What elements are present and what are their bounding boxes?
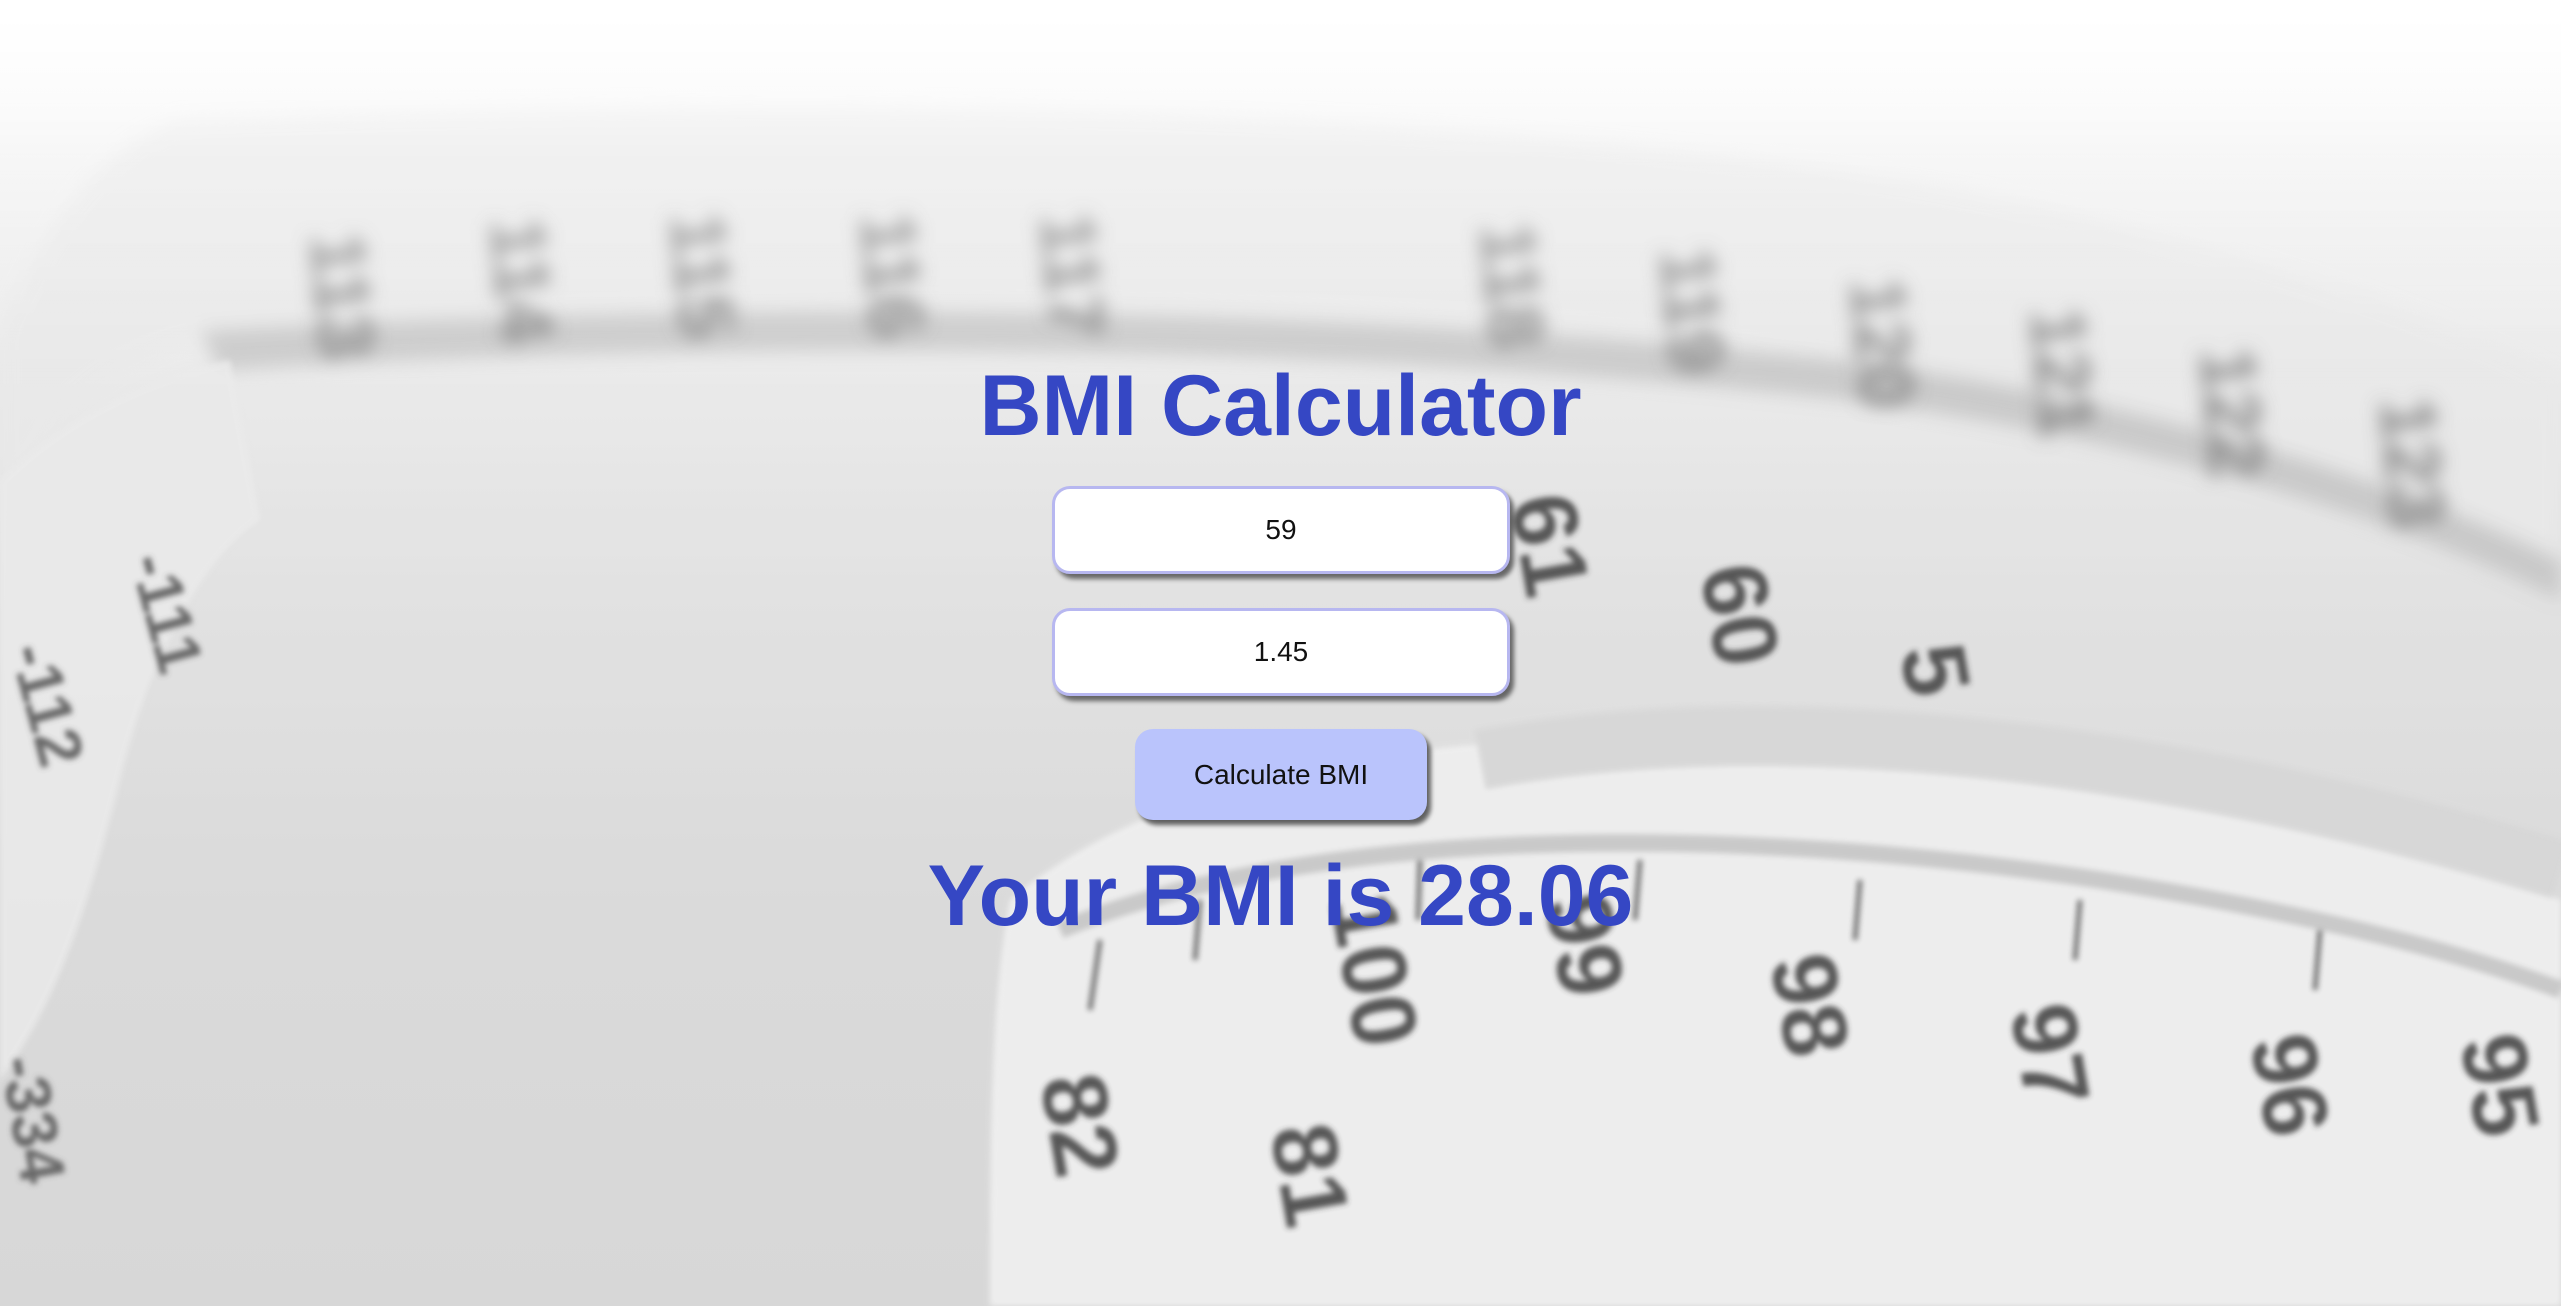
bmi-calculator-app: BMI Calculator Calculate BMI Your BMI is…	[0, 0, 2561, 1306]
weight-input[interactable]	[1052, 486, 1510, 574]
calculate-bmi-button[interactable]: Calculate BMI	[1135, 729, 1427, 820]
height-input[interactable]	[1052, 608, 1510, 696]
page-title: BMI Calculator	[979, 358, 1582, 454]
bmi-result: Your BMI is 28.06	[927, 848, 1634, 944]
